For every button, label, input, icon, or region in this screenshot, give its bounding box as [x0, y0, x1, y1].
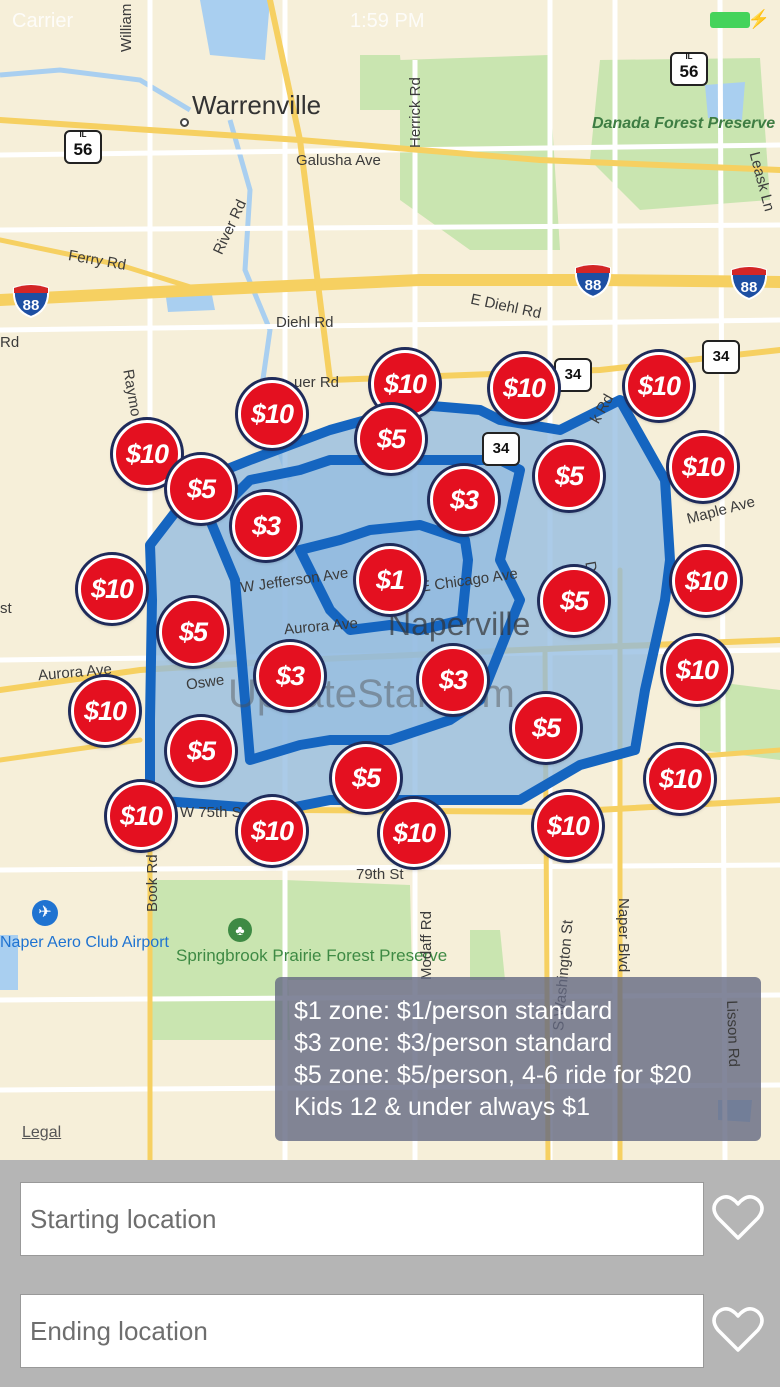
- zone-pin[interactable]: $5: [357, 405, 425, 473]
- favorite-start-heart-icon[interactable]: [712, 1194, 764, 1242]
- svg-text:88: 88: [741, 279, 758, 296]
- road-label: Galusha Ave: [296, 152, 381, 169]
- road-label: Lisson Rd: [723, 1000, 743, 1068]
- road-label: Rd: [0, 334, 20, 351]
- interstate-shield-icon: 88: [730, 266, 768, 300]
- status-bar: Carrier 1:59 PM ⚡: [0, 6, 780, 36]
- road-label: Modaff Rd: [418, 911, 435, 980]
- road-label: W 75th St: [180, 804, 246, 821]
- road-label: William: [118, 3, 135, 52]
- road-label: Diehl Rd: [276, 314, 334, 331]
- zone-pin[interactable]: $5: [332, 744, 400, 812]
- zone-pin[interactable]: $10: [78, 555, 146, 623]
- clock: 1:59 PM: [350, 10, 425, 32]
- road-label: Book Rd: [144, 854, 161, 912]
- interstate-shield-icon: 88: [574, 264, 612, 298]
- zone-pin[interactable]: $10: [107, 782, 175, 850]
- starting-location-input[interactable]: [20, 1182, 704, 1256]
- legend-line: Kids 12 & under always $1: [294, 1093, 591, 1121]
- zone-pin[interactable]: $10: [534, 792, 602, 860]
- zone-pin[interactable]: $5: [159, 598, 227, 666]
- park-label: Danada Forest Preserve: [592, 115, 776, 132]
- zone-pin[interactable]: $10: [663, 636, 731, 704]
- favorite-end-heart-icon[interactable]: [712, 1306, 764, 1354]
- road-label: uer Rd: [294, 374, 340, 391]
- route-form: [0, 1160, 780, 1387]
- us-route-shield-icon: 34: [554, 358, 592, 392]
- town-dot-icon: [180, 118, 189, 127]
- road-label: Naper Blvd: [615, 898, 632, 973]
- city-label: Naperville: [388, 606, 531, 642]
- zone-pin[interactable]: $10: [490, 354, 558, 422]
- legal-link[interactable]: Legal: [22, 1124, 61, 1142]
- zone-pin[interactable]: $10: [625, 352, 693, 420]
- us-route-shield-icon: 34: [482, 432, 520, 466]
- place-label: Warrenville: [192, 90, 322, 120]
- zone-pin[interactable]: $3: [232, 492, 300, 560]
- zone-pin[interactable]: $10: [380, 799, 448, 867]
- poi-label[interactable]: Naper Aero Club Airport: [0, 934, 169, 952]
- svg-text:88: 88: [585, 277, 602, 294]
- interstate-shield-icon: 88: [12, 284, 50, 318]
- map-view[interactable]: Carrier 1:59 PM ⚡ Warrenville William He…: [0, 0, 780, 1160]
- battery-icon: [710, 12, 750, 28]
- highway-shield-icon: IL 56: [670, 52, 708, 86]
- park-label[interactable]: Springbrook Prairie Forest Preserve: [176, 946, 447, 966]
- zone-pin[interactable]: $5: [535, 442, 603, 510]
- ending-location-input[interactable]: [20, 1294, 704, 1368]
- fare-legend: $1 zone: $1/person standard $3 zone: $3/…: [275, 977, 761, 1141]
- zone-pin[interactable]: $5: [167, 717, 235, 785]
- charging-icon: ⚡: [747, 9, 770, 29]
- zone-pin[interactable]: $3: [430, 466, 498, 534]
- zone-pin[interactable]: $10: [669, 433, 737, 501]
- zone-pin[interactable]: $1: [356, 546, 424, 614]
- legend-line: $1 zone: $1/person standard: [294, 997, 613, 1025]
- zone-pin[interactable]: $3: [256, 642, 324, 710]
- road-label: Herrick Rd: [407, 77, 424, 148]
- zone-pin[interactable]: $5: [540, 567, 608, 635]
- tree-icon[interactable]: ♣: [228, 918, 252, 942]
- zone-pin[interactable]: $10: [238, 380, 306, 448]
- zone-pin[interactable]: $5: [167, 455, 235, 523]
- zone-pin[interactable]: $10: [238, 797, 306, 865]
- legend-line: $3 zone: $3/person standard: [294, 1029, 613, 1057]
- zone-pin[interactable]: $10: [672, 547, 740, 615]
- highway-shield-icon: IL 56: [64, 130, 102, 164]
- zone-pin[interactable]: $5: [512, 694, 580, 762]
- svg-text:88: 88: [23, 297, 40, 314]
- carrier-label: Carrier: [12, 10, 74, 32]
- road-label: 79th St: [356, 866, 404, 883]
- zone-pin[interactable]: $10: [71, 677, 139, 745]
- zone-pin[interactable]: $10: [646, 745, 714, 813]
- zone-pin[interactable]: $3: [419, 646, 487, 714]
- legend-line: $5 zone: $5/person, 4-6 ride for $20: [294, 1061, 692, 1089]
- road-label: st: [0, 600, 12, 617]
- us-route-shield-icon: 34: [702, 340, 740, 374]
- airplane-icon[interactable]: ✈: [32, 900, 58, 926]
